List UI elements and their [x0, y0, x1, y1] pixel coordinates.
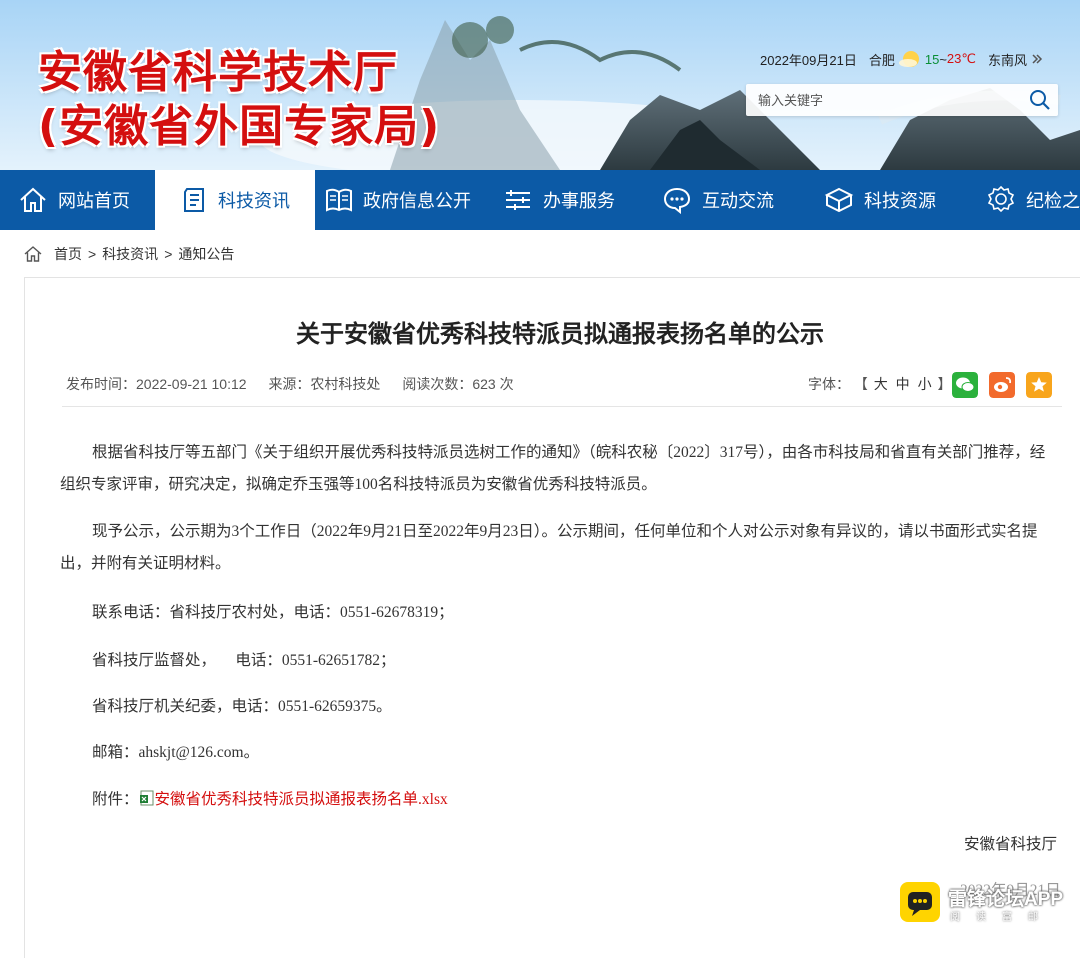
main-nav: 网站首页 科技资讯 政府信息公开 办事服务 互动交流 科技资源 纪检之 — [0, 170, 1080, 230]
nav-label-tech-news: 科技资讯 — [218, 191, 290, 211]
contact-line-2: 省科技厅监督处， 电话：0551-62651782； — [92, 652, 396, 669]
nav-item-discipline[interactable]: 纪检之 — [986, 170, 1080, 230]
search-input[interactable] — [746, 84, 1018, 116]
favorite-icon[interactable] — [1026, 372, 1052, 398]
nav-label-gov-info: 政府信息公开 — [363, 191, 471, 211]
search-box — [746, 84, 1058, 116]
excel-file-icon — [139, 790, 154, 806]
nav-item-interaction[interactable]: 互动交流 — [662, 170, 774, 230]
article-source: 来源：农村科技处 — [268, 376, 381, 392]
temp-separator: ~ — [939, 51, 947, 67]
font-size-bracket-close: 】 — [937, 376, 952, 392]
font-size-bracket-open: 【 — [853, 376, 868, 392]
watermark-subtext: 阅读富邮 — [950, 912, 1054, 923]
article-paragraph-2: 现予公示，公示期为3个工作日（2022年9月21日至2022年9月23日）。公示… — [60, 516, 1060, 580]
sun-icon — [898, 51, 919, 67]
nav-label-resources: 科技资源 — [864, 191, 936, 211]
article-meta: 发布时间：2022-09-21 10:12 来源：农村科技处 阅读次数：623 … — [66, 374, 532, 394]
temp-high: 23℃ — [946, 51, 976, 66]
font-size-small[interactable]: 小 — [918, 376, 932, 392]
signature: 安徽省科技厅 — [964, 836, 1058, 853]
forum-app-watermark: 雷锋论坛APP 阅读富邮 — [900, 882, 1070, 928]
nav-label-services: 办事服务 — [543, 191, 615, 211]
weibo-icon[interactable] — [989, 372, 1015, 398]
city-name: 合肥 — [868, 52, 895, 68]
nav-item-tech-news[interactable]: 科技资讯 — [155, 170, 315, 230]
site-title: 安徽省科学技术厅 — [38, 47, 398, 98]
weather-widget: 2022年09月21日 合肥 15 ~ 23℃ 东南风 — [760, 49, 1043, 69]
attachment-link[interactable]: 安徽省优秀科技特派员拟通报表扬名单.xlsx — [155, 787, 448, 809]
service-icon — [506, 190, 530, 210]
nav-item-home[interactable]: 网站首页 — [18, 170, 130, 230]
breadcrumb-tech-news[interactable]: 科技资讯 — [102, 244, 158, 264]
contact-line-1: 联系电话：省科技厅农村处，电话：0551-62678319； — [92, 604, 454, 621]
search-icon[interactable] — [1028, 88, 1052, 112]
breadcrumb-separator: > — [164, 246, 173, 262]
attachment-line: 附件： 安徽省优秀科技特派员拟通报表扬名单.xlsx — [92, 787, 448, 809]
site-header: 安徽省科学技术厅 (安徽省外国专家局) 2022年09月21日 合肥 15 ~ … — [0, 0, 1080, 170]
document-icon — [184, 188, 204, 212]
article-title: 关于安徽省优秀科技特派员拟通报表扬名单的公示 — [296, 320, 824, 348]
home-icon — [24, 246, 42, 262]
nav-item-services[interactable]: 办事服务 — [503, 170, 615, 230]
wechat-icon[interactable] — [952, 372, 978, 398]
watermark-text: 雷锋论坛APP — [948, 889, 1064, 910]
breadcrumb-home[interactable]: 首页 — [54, 244, 82, 264]
nav-item-gov-info[interactable]: 政府信息公开 — [325, 170, 471, 230]
nav-item-resources[interactable]: 科技资源 — [824, 170, 936, 230]
view-count: 阅读次数：623 次 — [402, 376, 514, 392]
chat-icon — [663, 187, 691, 214]
book-icon — [326, 188, 352, 212]
paragraph-text: 现予公示，公示期为3个工作日（2022年9月21日至2022年9月23日）。公示… — [60, 523, 1038, 572]
meta-divider — [62, 406, 1062, 407]
contact-line-3: 省科技厅机关纪委，电话：0551-62659375。 — [92, 698, 392, 715]
paragraph-text: 根据省科技厅等五部门《关于组织开展优秀科技特派员选树工作的通知》（皖科农秘〔20… — [60, 444, 1046, 493]
forum-app-logo-icon — [900, 882, 940, 922]
breadcrumb-separator: > — [88, 246, 97, 262]
wind-direction: 东南风 — [987, 52, 1027, 68]
home-icon — [20, 187, 46, 212]
chevron-right-double-icon[interactable] — [1031, 53, 1043, 65]
site-subtitle: (安徽省外国专家局) — [38, 101, 441, 152]
nav-label-home: 网站首页 — [58, 191, 130, 211]
nav-label-discipline: 纪检之 — [1026, 191, 1080, 211]
font-size-control: 字体： 【 大 中 小 】 — [808, 374, 951, 394]
publish-time: 发布时间：2022-09-21 10:12 — [66, 376, 247, 392]
badge-icon — [987, 185, 1015, 213]
temp-low: 15 — [924, 51, 940, 67]
current-date: 2022年09月21日 — [760, 52, 857, 68]
breadcrumb: 首页 > 科技资讯 > 通知公告 — [24, 244, 234, 264]
font-size-label: 字体： — [808, 376, 850, 392]
breadcrumb-notices[interactable]: 通知公告 — [178, 244, 234, 264]
attachment-label: 附件： — [92, 791, 139, 808]
font-size-large[interactable]: 大 — [874, 376, 888, 392]
cube-icon — [824, 187, 854, 213]
font-size-medium[interactable]: 中 — [896, 376, 910, 392]
article-paragraph-1: 根据省科技厅等五部门《关于组织开展优秀科技特派员选树工作的通知》（皖科农秘〔20… — [60, 437, 1060, 501]
email-line: 邮箱：ahskjt@126.com。 — [92, 744, 260, 761]
nav-label-interaction: 互动交流 — [702, 191, 774, 211]
